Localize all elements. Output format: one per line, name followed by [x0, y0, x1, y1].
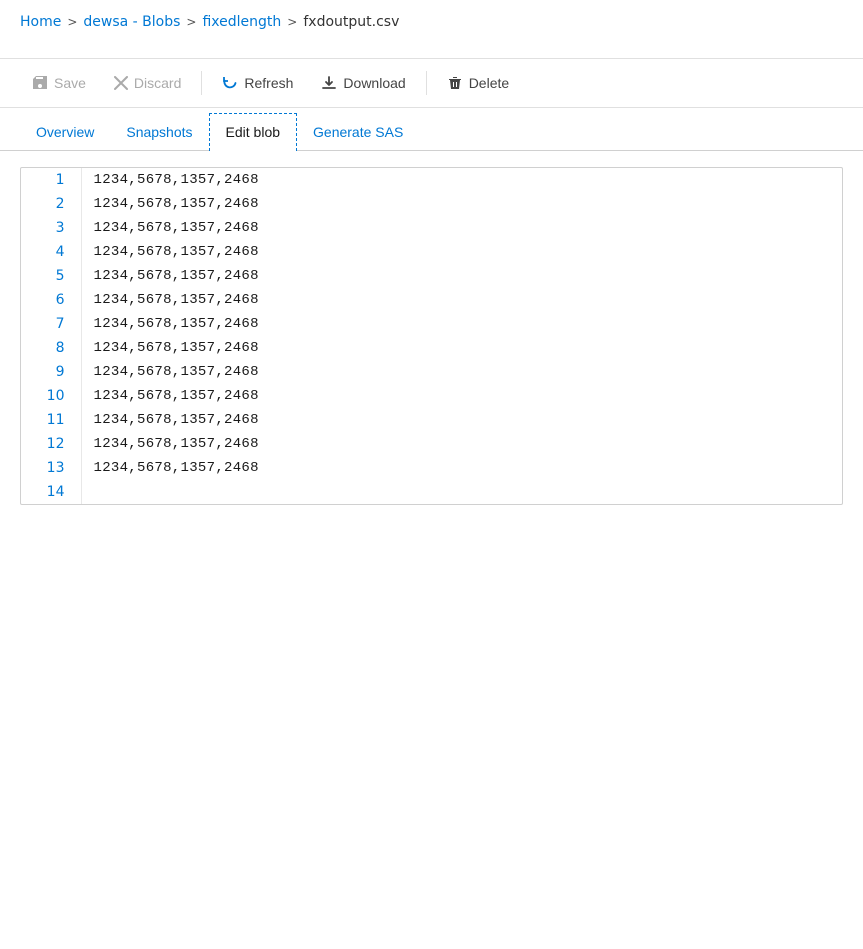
- line-number: 9: [21, 360, 81, 384]
- editor-row: 11234,5678,1357,2468: [21, 168, 842, 192]
- editor-row: 111234,5678,1357,2468: [21, 408, 842, 432]
- save-icon: [32, 75, 48, 91]
- line-content[interactable]: 1234,5678,1357,2468: [81, 360, 842, 384]
- line-number: 12: [21, 432, 81, 456]
- line-content[interactable]: 1234,5678,1357,2468: [81, 408, 842, 432]
- editor-row: 14: [21, 480, 842, 504]
- line-number: 3: [21, 216, 81, 240]
- breadcrumb: Home > dewsa - Blobs > fixedlength > fxdoutput…: [0, 0, 863, 40]
- toolbar-separator: [201, 71, 202, 95]
- delete-button[interactable]: Delete: [435, 69, 521, 97]
- save-button: Save: [20, 69, 98, 97]
- refresh-button[interactable]: Refresh: [210, 69, 305, 97]
- discard-label: Discard: [134, 75, 181, 91]
- line-number: 7: [21, 312, 81, 336]
- breadcrumb-separator: >: [186, 15, 196, 29]
- line-content[interactable]: 1234,5678,1357,2468: [81, 432, 842, 456]
- tab-snapshots[interactable]: Snapshots: [110, 114, 208, 150]
- line-number: 6: [21, 288, 81, 312]
- toolbar-separator: [426, 71, 427, 95]
- line-content[interactable]: 1234,5678,1357,2468: [81, 192, 842, 216]
- breadcrumb-link-dewsa---blobs[interactable]: dewsa - Blobs: [83, 14, 180, 30]
- editor-lines: 11234,5678,1357,246821234,5678,1357,2468…: [21, 168, 842, 504]
- line-number: 10: [21, 384, 81, 408]
- line-content[interactable]: 1234,5678,1357,2468: [81, 288, 842, 312]
- tab-bar: OverviewSnapshotsEdit blobGenerate SAS: [0, 112, 863, 151]
- line-content[interactable]: [81, 480, 842, 504]
- breadcrumb-current: fxdoutput.csv: [303, 14, 399, 30]
- line-number: 5: [21, 264, 81, 288]
- editor-row: 31234,5678,1357,2468: [21, 216, 842, 240]
- line-content[interactable]: 1234,5678,1357,2468: [81, 336, 842, 360]
- line-number: 2: [21, 192, 81, 216]
- delete-label: Delete: [469, 75, 509, 91]
- breadcrumb-link-fixedlength[interactable]: fixedlength: [202, 14, 281, 30]
- editor-container: 11234,5678,1357,246821234,5678,1357,2468…: [20, 167, 843, 505]
- line-content[interactable]: 1234,5678,1357,2468: [81, 384, 842, 408]
- line-content[interactable]: 1234,5678,1357,2468: [81, 312, 842, 336]
- line-content[interactable]: 1234,5678,1357,2468: [81, 456, 842, 480]
- line-number: 11: [21, 408, 81, 432]
- line-content[interactable]: 1234,5678,1357,2468: [81, 264, 842, 288]
- editor-row: 51234,5678,1357,2468: [21, 264, 842, 288]
- editor-row: 81234,5678,1357,2468: [21, 336, 842, 360]
- line-number: 1: [21, 168, 81, 192]
- title-area: [0, 40, 863, 59]
- editor-row: 71234,5678,1357,2468: [21, 312, 842, 336]
- editor-row: 131234,5678,1357,2468: [21, 456, 842, 480]
- editor-row: 91234,5678,1357,2468: [21, 360, 842, 384]
- line-number: 13: [21, 456, 81, 480]
- breadcrumb-separator: >: [67, 15, 77, 29]
- discard-icon: [114, 76, 128, 90]
- tab-generate-sas[interactable]: Generate SAS: [297, 114, 419, 150]
- tab-overview[interactable]: Overview: [20, 114, 110, 150]
- download-button[interactable]: Download: [309, 69, 417, 97]
- breadcrumb-link-home[interactable]: Home: [20, 14, 61, 30]
- editor-row: 121234,5678,1357,2468: [21, 432, 842, 456]
- editor-row: 101234,5678,1357,2468: [21, 384, 842, 408]
- editor-row: 41234,5678,1357,2468: [21, 240, 842, 264]
- line-content[interactable]: 1234,5678,1357,2468: [81, 216, 842, 240]
- line-number: 8: [21, 336, 81, 360]
- editor-row: 61234,5678,1357,2468: [21, 288, 842, 312]
- tab-edit-blob[interactable]: Edit blob: [209, 113, 297, 151]
- save-label: Save: [54, 75, 86, 91]
- editor-row: 21234,5678,1357,2468: [21, 192, 842, 216]
- line-number: 4: [21, 240, 81, 264]
- line-content[interactable]: 1234,5678,1357,2468: [81, 240, 842, 264]
- download-label: Download: [343, 75, 405, 91]
- line-content[interactable]: 1234,5678,1357,2468: [81, 168, 842, 192]
- line-number: 14: [21, 480, 81, 504]
- breadcrumb-separator: >: [287, 15, 297, 29]
- refresh-icon: [222, 75, 238, 91]
- download-icon: [321, 75, 337, 91]
- toolbar: Save Discard Refresh Download Delete: [0, 59, 863, 108]
- delete-icon: [447, 75, 463, 91]
- refresh-label: Refresh: [244, 75, 293, 91]
- discard-button: Discard: [102, 69, 193, 97]
